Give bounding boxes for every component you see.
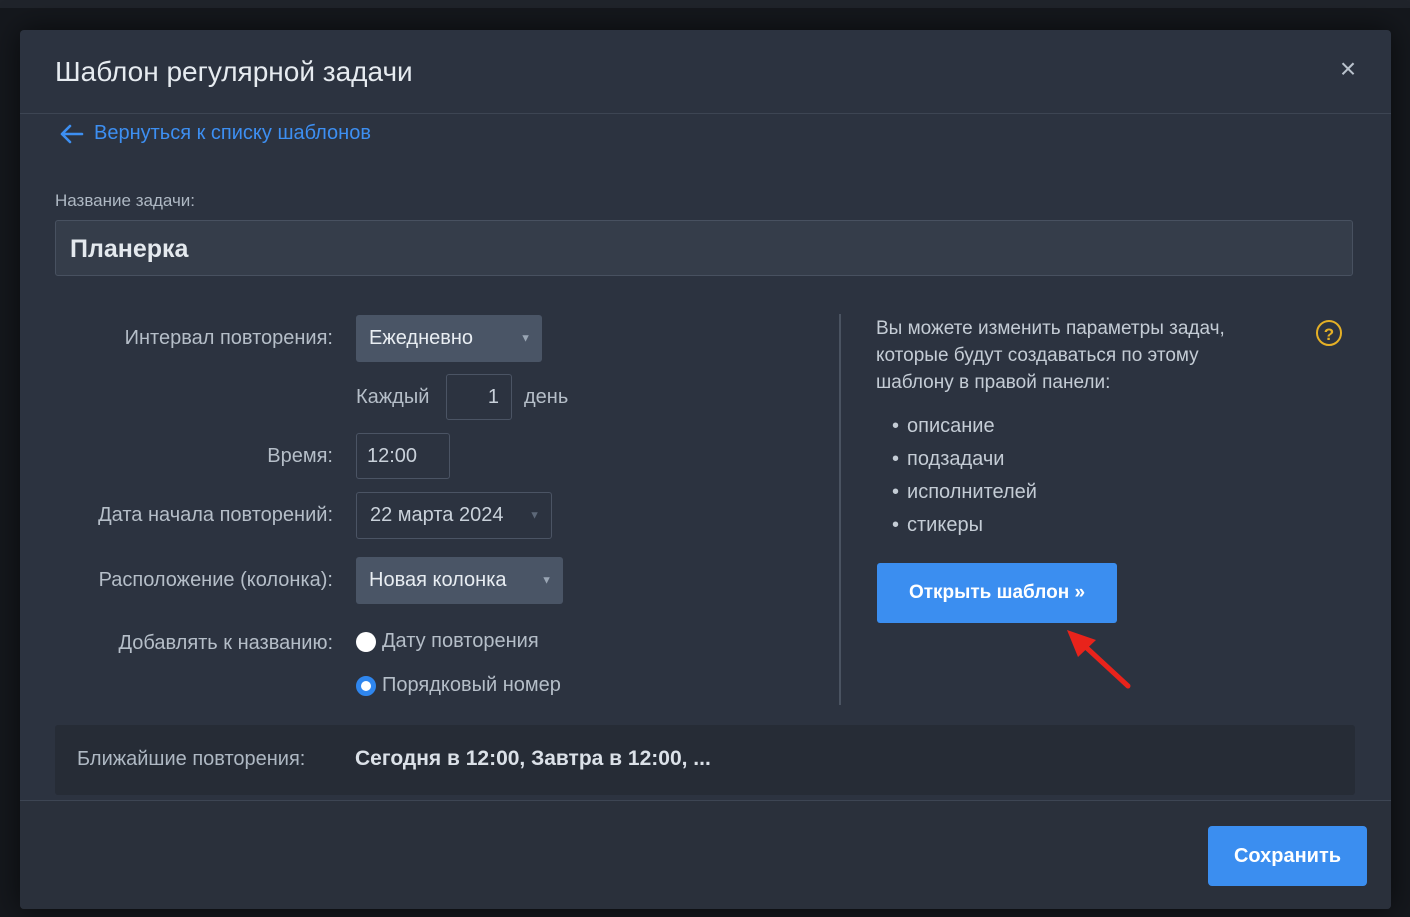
help-icon[interactable]: ? xyxy=(1316,320,1342,346)
radio-checked-icon xyxy=(356,675,376,696)
template-modal: Шаблон регулярной задачи × Вернуться к с… xyxy=(20,30,1391,909)
next-repetitions-value: Сегодня в 12:00, Завтра в 12:00, ... xyxy=(355,747,711,770)
radio-repeat-date[interactable]: Дату повторения xyxy=(356,630,539,653)
location-select[interactable]: Новая колонка ▼ xyxy=(356,557,563,604)
list-item: стикеры xyxy=(892,509,1037,542)
vertical-divider xyxy=(839,314,841,705)
next-repetitions-label: Ближайшие повторения: xyxy=(77,748,306,770)
interval-select-value: Ежедневно xyxy=(369,327,474,349)
info-list: описание подзадачи исполнителей стикеры xyxy=(892,410,1037,542)
info-text: Вы можете изменить параметры задач, кото… xyxy=(876,318,1225,393)
arrow-left-icon xyxy=(60,124,84,143)
radio-repeat-date-label: Дату повторения xyxy=(382,630,539,652)
location-select-value: Новая колонка xyxy=(369,569,507,591)
start-date-select[interactable]: 22 марта 2024 ▼ xyxy=(356,492,552,539)
task-name-label: Название задачи: xyxy=(55,191,196,210)
interval-label: Интервал повторения: xyxy=(124,327,333,349)
chevron-down-icon: ▼ xyxy=(529,509,540,521)
chevron-down-icon: ▼ xyxy=(520,332,531,344)
time-input[interactable]: 12:00 xyxy=(356,433,450,479)
start-date-value: 22 марта 2024 xyxy=(370,504,504,526)
radio-sequence-number-label: Порядковый номер xyxy=(382,674,561,696)
modal-title: Шаблон регулярной задачи xyxy=(55,56,413,87)
next-repetitions-bar: Ближайшие повторения: Сегодня в 12:00, З… xyxy=(55,725,1355,795)
back-link-label: Вернуться к списку шаблонов xyxy=(94,122,371,144)
radio-sequence-number[interactable]: Порядковый номер xyxy=(356,674,561,697)
append-label: Добавлять к названию: xyxy=(118,632,333,654)
close-icon[interactable]: × xyxy=(1335,55,1361,83)
interval-select[interactable]: Ежедневно ▼ xyxy=(356,315,542,362)
task-name-input[interactable]: Планерка xyxy=(55,220,1353,276)
location-label: Расположение (колонка): xyxy=(98,569,333,591)
every-unit-label: день xyxy=(524,386,569,408)
time-label: Время: xyxy=(267,445,333,467)
backdrop-strip xyxy=(0,0,1410,8)
save-button[interactable]: Сохранить xyxy=(1208,826,1367,886)
list-item: исполнителей xyxy=(892,476,1037,509)
list-item: описание xyxy=(892,410,1037,443)
every-label: Каждый xyxy=(356,386,430,408)
radio-unchecked-icon xyxy=(356,631,376,652)
list-item: подзадачи xyxy=(892,443,1037,476)
every-count-input[interactable]: 1 xyxy=(446,374,512,420)
chevron-down-icon: ▼ xyxy=(541,574,552,586)
start-date-label: Дата начала повторений: xyxy=(98,504,333,526)
modal-header: Шаблон регулярной задачи × xyxy=(20,30,1391,114)
back-to-templates-link[interactable]: Вернуться к списку шаблонов xyxy=(58,122,371,145)
annotation-arrow-icon xyxy=(1067,630,1131,689)
modal-footer: Сохранить xyxy=(20,800,1391,909)
